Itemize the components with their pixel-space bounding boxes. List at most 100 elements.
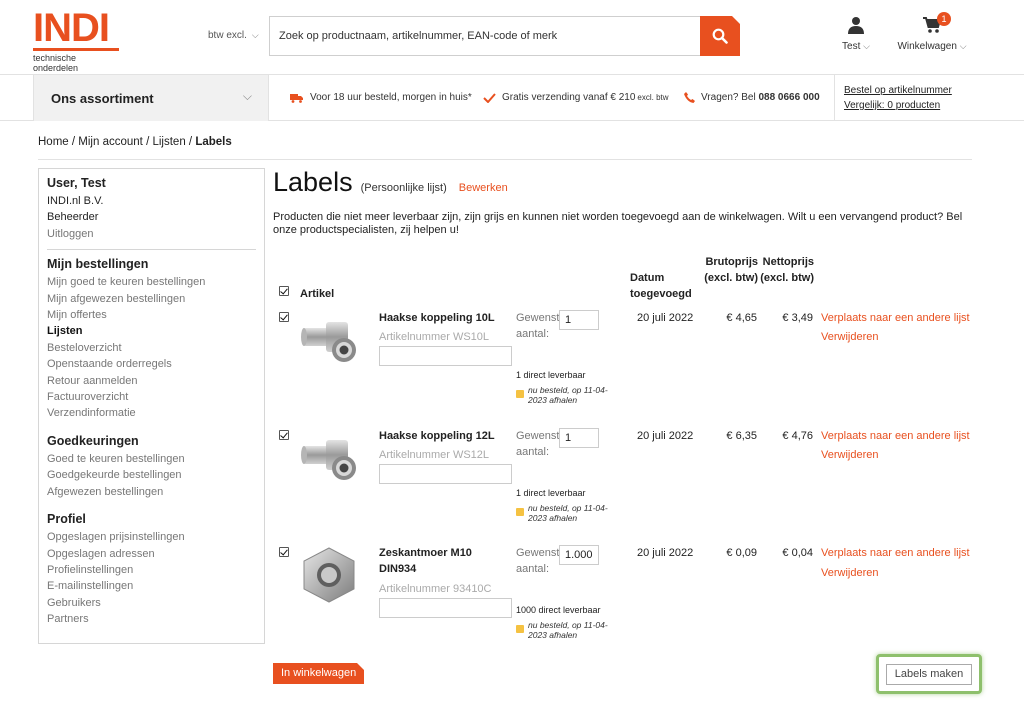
btw-label: btw excl. (208, 30, 247, 41)
sidebar-item-order-overview[interactable]: Besteloverzicht (47, 340, 256, 356)
move-to-list-link[interactable]: Verplaats naar een andere lijst (821, 547, 970, 559)
sidebar-item-users[interactable]: Gebruikers (47, 595, 256, 611)
usp-shipping: Gratis verzending vanaf € 210 excl. btw (483, 92, 669, 103)
btw-toggle[interactable]: btw excl. ⌵ (208, 30, 259, 41)
sidebar-item-addresses[interactable]: Opgeslagen adressen (47, 546, 256, 562)
net-price: € 4,76 (782, 430, 813, 442)
logo-text: INDI (33, 6, 110, 50)
compare-link[interactable]: Vergelijk: 0 producten (844, 98, 952, 113)
row-checkbox[interactable] (279, 312, 289, 322)
sidebar-item-to-approve[interactable]: Goed te keuren bestellingen (47, 451, 256, 467)
sidebar-item-partners[interactable]: Partners (47, 611, 256, 627)
breadcrumb-separator: / (71, 136, 76, 148)
cart-count-badge: 1 (937, 12, 951, 26)
search-bar (269, 16, 740, 56)
breadcrumb: Home / Mijn account / Lijsten / Labels (38, 136, 232, 148)
sidebar-item-price-settings[interactable]: Opgeslagen prijsinstellingen (47, 529, 256, 545)
net-price: € 3,49 (782, 312, 813, 324)
order-by-number-link[interactable]: Bestel op artikelnummer (844, 83, 952, 98)
sidebar-user-title: User, Test (47, 176, 106, 190)
quantity-input[interactable] (559, 428, 599, 448)
quick-links: Bestel op artikelnummer Vergelijk: 0 pro… (834, 75, 952, 121)
breadcrumb-divider (38, 159, 972, 160)
search-icon (712, 28, 728, 44)
indi-logo[interactable]: INDI technische onderdelen (33, 6, 119, 73)
sidebar-item-lists[interactable]: Lijsten (47, 323, 256, 339)
sidebar-item-shipping-info[interactable]: Verzendinformatie (47, 405, 256, 421)
sidebar-item-invoices[interactable]: Factuuroverzicht (47, 389, 256, 405)
product-note-field[interactable] (379, 346, 512, 366)
list-type: (Persoonlijke lijst) (360, 182, 447, 194)
sidebar-item-profile-settings[interactable]: Profielinstellingen (47, 562, 256, 578)
chevron-down-icon: ⌵ (251, 30, 259, 40)
quantity-label: Gewenst aantal: (516, 312, 560, 340)
labels-button-highlight: Labels maken (876, 654, 982, 694)
quantity-input[interactable] (559, 545, 599, 565)
account-sidebar: User, Test INDI.nl B.V. Beheerder Uitlog… (38, 168, 265, 644)
truck-icon (290, 93, 303, 103)
quantity-label: Gewenst aantal: (516, 430, 560, 458)
cart-menu[interactable]: 1 Winkelwagen ⌵ (895, 12, 969, 52)
sidebar-item-quotes[interactable]: Mijn offertes (47, 307, 256, 323)
gross-price: € 6,35 (726, 430, 757, 442)
pickup-text: nu besteld, op 11-04-2023 afhalen (528, 385, 608, 405)
sidebar-item-approved[interactable]: Goedgekeurde bestellingen (47, 467, 256, 483)
sidebar-approvals-section: Goedkeuringen Goed te keuren bestellinge… (47, 434, 256, 500)
breadcrumb-current: Labels (195, 136, 232, 148)
gross-price: € 0,09 (726, 547, 757, 559)
sidebar-item-returns[interactable]: Retour aanmelden (47, 373, 256, 389)
product-name[interactable]: Haakse koppeling 10L (379, 310, 504, 326)
sidebar-logout[interactable]: Uitloggen (47, 226, 256, 242)
breadcrumb-separator: / (188, 136, 193, 148)
net-price: € 0,04 (782, 547, 813, 559)
row-checkbox[interactable] (279, 547, 289, 557)
calendar-icon (516, 390, 524, 398)
product-number: Artikelnummer 93410C (379, 583, 492, 595)
product-note-field[interactable] (379, 598, 512, 618)
calendar-icon (516, 625, 524, 633)
product-image-elbow[interactable] (296, 428, 362, 488)
sidebar-role: Beheerder (47, 211, 99, 224)
product-note-field[interactable] (379, 464, 512, 484)
row-checkbox[interactable] (279, 430, 289, 440)
add-to-cart-button[interactable]: In winkelwagen (273, 663, 364, 684)
breadcrumb-lists[interactable]: Lijsten (152, 136, 185, 148)
sidebar-item-rejected-orders[interactable]: Mijn afgewezen bestellingen (47, 291, 256, 307)
usp-phone: Vragen? Bel 088 0666 000 (684, 92, 820, 103)
sidebar-item-rejected[interactable]: Afgewezen bestellingen (47, 484, 256, 500)
remove-link[interactable]: Verwijderen (821, 449, 878, 461)
logo-subtitle: technische onderdelen (33, 53, 79, 73)
move-to-list-link[interactable]: Verplaats naar een andere lijst (821, 312, 970, 324)
phone-icon (684, 92, 695, 103)
product-name[interactable]: Haakse koppeling 12L (379, 428, 504, 444)
product-image-elbow[interactable] (296, 310, 362, 370)
date-added: 20 juli 2022 (637, 430, 694, 442)
quantity-input[interactable] (559, 310, 599, 330)
product-image-hex-nut[interactable] (296, 545, 362, 605)
breadcrumb-home[interactable]: Home (38, 136, 69, 148)
sidebar-item-pending-approval[interactable]: Mijn goed te keuren bestellingen (47, 274, 256, 290)
search-button[interactable] (700, 16, 740, 56)
sidebar-company: INDI.nl B.V. (47, 195, 104, 207)
usp-shipping-text: Gratis verzending vanaf € 210 (502, 92, 636, 103)
breadcrumb-account[interactable]: Mijn account (78, 136, 143, 148)
move-to-list-link[interactable]: Verplaats naar een andere lijst (821, 430, 970, 442)
make-labels-button[interactable]: Labels maken (886, 664, 972, 685)
sidebar-orders-section: Mijn bestellingen Mijn goed te keuren be… (47, 257, 256, 422)
sidebar-item-open-orderlines[interactable]: Openstaande orderregels (47, 356, 256, 372)
usp-delivery-text: Voor 18 uur besteld, morgen in huis* (310, 92, 472, 103)
select-all-checkbox[interactable] (279, 286, 289, 296)
pickup-info: nu besteld, op 11-04-2023 afhalen (516, 385, 626, 405)
remove-link[interactable]: Verwijderen (821, 331, 878, 343)
remove-link[interactable]: Verwijderen (821, 567, 878, 579)
assortiment-menu[interactable]: Ons assortiment ⌵ (33, 75, 269, 121)
pickup-info: nu besteld, op 11-04-2023 afhalen (516, 503, 626, 523)
sidebar-item-email-settings[interactable]: E-mailinstellingen (47, 578, 256, 594)
search-input[interactable] (270, 17, 700, 55)
user-icon (848, 17, 864, 34)
user-menu[interactable]: Test ⌵ (836, 16, 876, 52)
product-name[interactable]: Zeskantmoer M10 DIN934 (379, 545, 504, 577)
usp-phone-number[interactable]: 088 0666 000 (758, 92, 819, 103)
edit-link[interactable]: Bewerken (459, 182, 508, 194)
sidebar-approvals-title: Goedkeuringen (47, 433, 139, 448)
